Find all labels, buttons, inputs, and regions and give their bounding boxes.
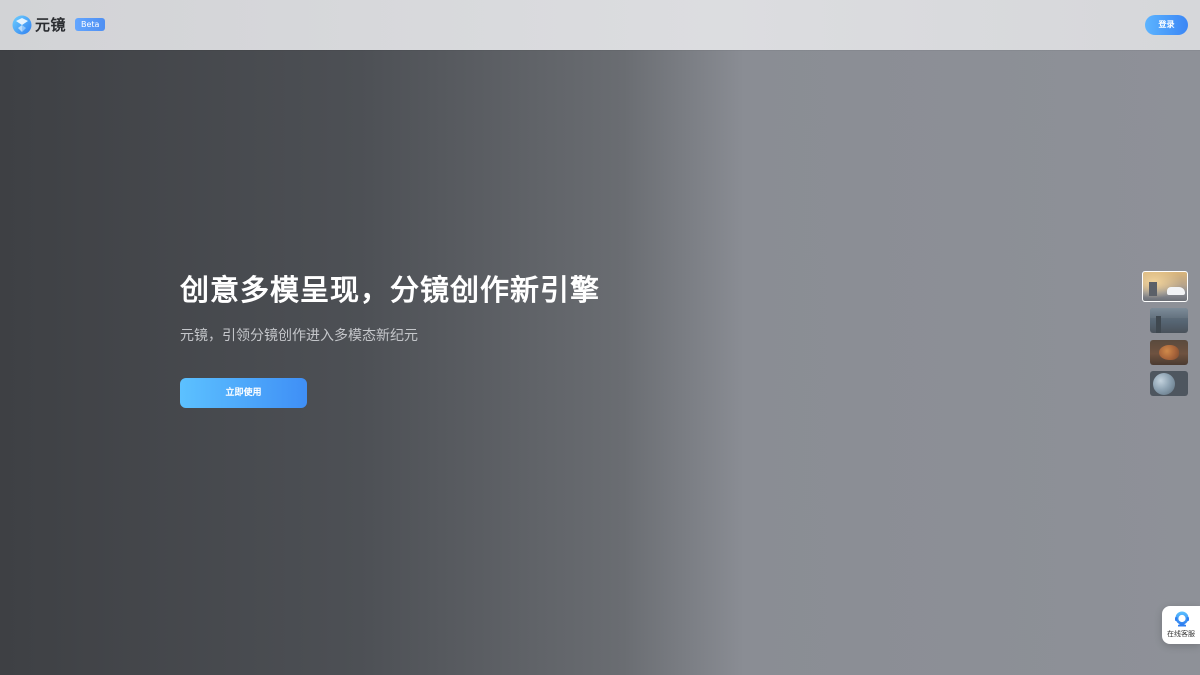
- city-thumbnail[interactable]: [1150, 308, 1188, 333]
- planet-thumbnail[interactable]: [1150, 371, 1188, 396]
- building-shape: [1149, 282, 1157, 296]
- start-using-button[interactable]: 立即使用: [180, 378, 307, 408]
- customer-service-label: 在线客服: [1167, 630, 1195, 638]
- login-button[interactable]: 登录: [1145, 15, 1188, 35]
- bird-thumbnail[interactable]: [1150, 340, 1188, 365]
- hero-title: 创意多模呈现，分镜创作新引擎: [180, 273, 601, 307]
- street-car-thumbnail[interactable]: [1142, 271, 1188, 302]
- customer-service-widget[interactable]: 在线客服: [1162, 606, 1200, 644]
- planet-shape: [1153, 373, 1175, 395]
- hero-subtitle: 元镜，引领分镜创作进入多模态新纪元: [180, 328, 418, 344]
- beta-badge: Beta: [75, 18, 106, 31]
- tower-shape: [1156, 316, 1161, 333]
- logo-icon[interactable]: [12, 15, 32, 35]
- car-shape: [1167, 287, 1185, 295]
- bird-shape: [1159, 345, 1179, 360]
- brand-name[interactable]: 元镜: [35, 14, 66, 36]
- top-navbar: 元镜 Beta 登录: [0, 0, 1200, 50]
- customer-service-icon: [1175, 611, 1189, 627]
